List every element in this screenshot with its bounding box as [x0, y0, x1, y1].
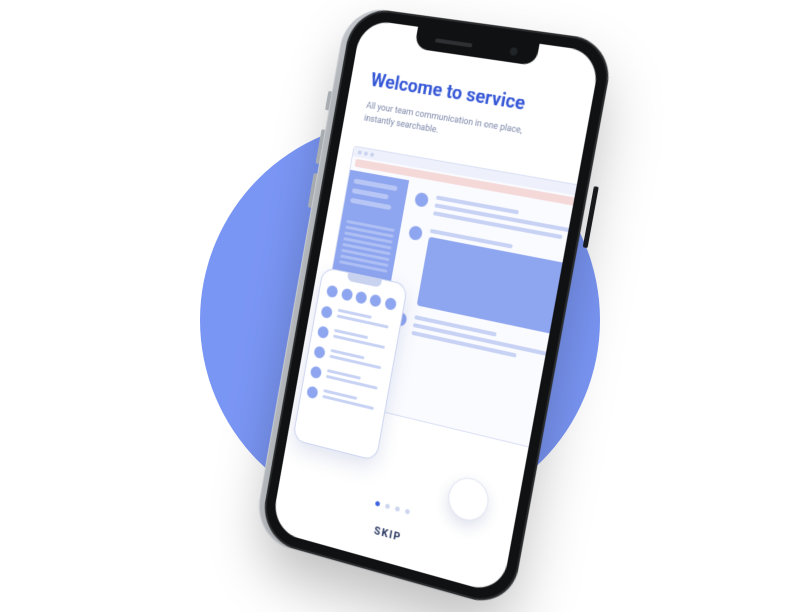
phone-volume-down [308, 173, 318, 208]
mini-tab [369, 294, 382, 308]
skip-button[interactable]: SKIP [293, 502, 487, 567]
fab-circle [445, 473, 492, 525]
traffic-light-dot [370, 153, 374, 157]
avatar-icon [313, 345, 325, 359]
mini-tab [384, 297, 397, 311]
mini-tab [326, 285, 339, 299]
text-line [430, 229, 513, 249]
phone-screen: Welcome to service All your team communi… [271, 19, 601, 595]
mini-tab [355, 291, 368, 305]
browser-main [368, 180, 601, 453]
avatar-icon [414, 192, 429, 208]
phone-body: Welcome to service All your team communi… [259, 6, 616, 610]
text-line [433, 211, 563, 239]
traffic-light-dot [358, 150, 362, 154]
onboarding-screen: Welcome to service All your team communi… [271, 19, 601, 595]
text-line [436, 196, 519, 215]
avatar-icon [306, 386, 318, 400]
mini-phone-list [306, 305, 395, 414]
image-placeholder [417, 237, 582, 338]
page-dot-1[interactable] [375, 501, 380, 507]
phone-mockup: Welcome to service All your team communi… [259, 6, 616, 610]
text-line [411, 331, 516, 358]
text-line [434, 203, 579, 234]
page-dot-4[interactable] [405, 509, 410, 515]
traffic-light-dot [364, 151, 368, 155]
avatar-icon [320, 305, 332, 319]
text-line [413, 323, 557, 358]
avatar-icon [317, 325, 329, 339]
phone-front-camera [509, 47, 518, 56]
page-dot-3[interactable] [395, 506, 400, 512]
phone-speaker [435, 38, 473, 47]
post-block [412, 192, 589, 248]
avatar-icon [408, 225, 423, 241]
phone-mute-switch [325, 91, 333, 111]
mini-tab [340, 288, 353, 302]
post-block [391, 311, 566, 372]
page-dot-2[interactable] [385, 503, 390, 509]
onboarding-subtitle: All your team communication in one place… [363, 100, 534, 153]
phone-volume-up [315, 129, 325, 164]
sidebar-row [352, 188, 389, 199]
illustration-phone-mock [292, 267, 408, 462]
phone-stage: Welcome to service All your team communi… [0, 0, 800, 600]
onboarding-illustration [301, 147, 556, 524]
avatar-icon [310, 365, 322, 379]
